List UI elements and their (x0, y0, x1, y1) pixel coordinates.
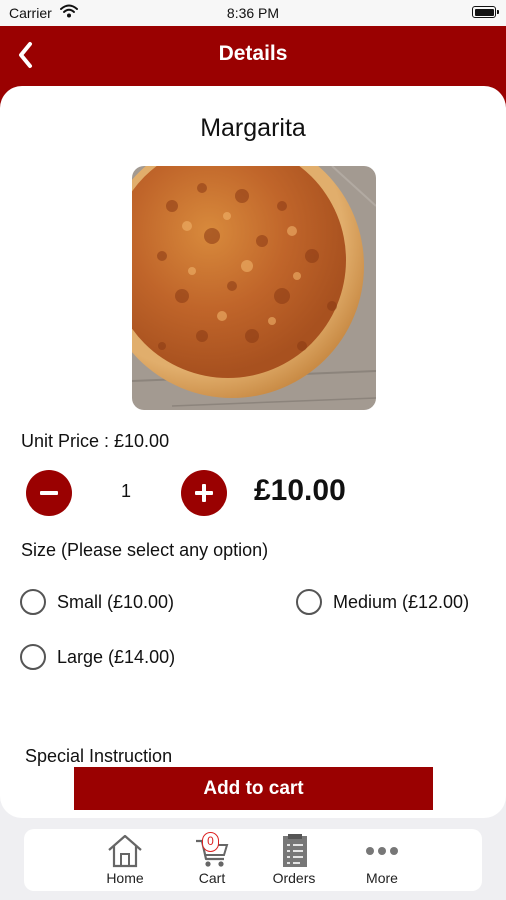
size-option-label: Small (£10.00) (57, 591, 175, 612)
tab-cart[interactable]: 0 Cart (174, 829, 250, 891)
size-option-label: Medium (£12.00) (333, 591, 470, 612)
tab-label: Home (106, 870, 144, 886)
page-title: Details (218, 42, 288, 65)
decrease-quantity-button[interactable] (26, 470, 72, 516)
product-image (132, 166, 376, 410)
tab-label: Cart (198, 870, 226, 886)
radio-button[interactable] (20, 644, 46, 670)
clock-time: 8:36 PM (226, 5, 280, 21)
tab-home[interactable]: Home (87, 829, 163, 891)
size-option-small[interactable]: Small (£10.00) (20, 589, 174, 615)
quantity-stepper: 1 £10.00 (0, 469, 506, 519)
minus-icon (40, 491, 58, 495)
cart-count-badge: 0 (202, 832, 219, 852)
unit-price: Unit Price : £10.00 (21, 431, 170, 451)
radio-button[interactable] (296, 589, 322, 615)
quantity-value: 1 (120, 481, 131, 501)
orders-icon (274, 833, 314, 869)
plus-icon (195, 484, 213, 502)
tab-label: More (366, 870, 398, 886)
tab-more[interactable]: More (344, 829, 420, 891)
add-to-cart-button[interactable]: Add to cart (74, 767, 433, 810)
increase-quantity-button[interactable] (181, 470, 227, 516)
details-card: Margarita Unit Price: £10.00 1 £10.00 S… (0, 86, 506, 818)
product-name: Margarita (200, 114, 306, 142)
battery-icon (472, 6, 499, 18)
special-instruction-label: Special Instruction (25, 746, 173, 766)
tab-bar: Home 0 Cart Orders More (24, 829, 482, 891)
size-option-large[interactable]: Large (£14.00) (20, 644, 175, 670)
size-option-medium[interactable]: Medium (£12.00) (296, 589, 469, 615)
more-icon (362, 833, 402, 869)
size-section-label: Size (Please select any option) (21, 540, 269, 560)
radio-button[interactable] (20, 589, 46, 615)
tab-label: Orders (272, 870, 316, 886)
size-option-label: Large (£14.00) (57, 646, 176, 667)
total-price: £10.00 (254, 474, 346, 507)
tab-orders[interactable]: Orders (256, 829, 332, 891)
home-icon (105, 833, 145, 869)
status-bar: Carrier 8:36 PM (0, 0, 506, 26)
